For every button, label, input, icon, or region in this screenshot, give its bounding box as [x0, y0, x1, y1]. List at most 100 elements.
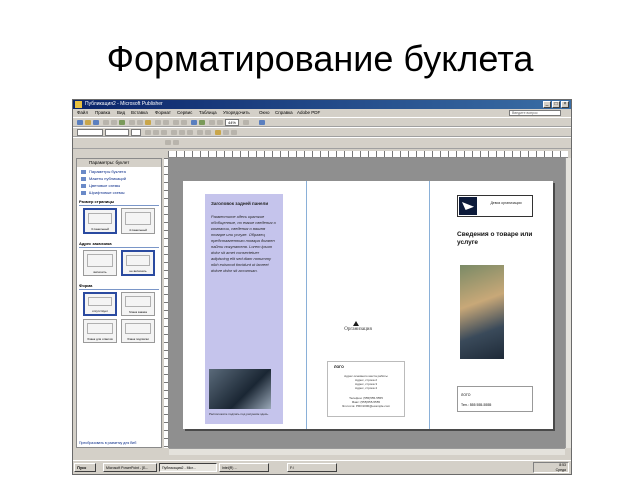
- thumb-preview: [125, 296, 151, 307]
- form-order-option[interactable]: бланк заказа: [121, 292, 155, 316]
- task-item-brochure-options[interactable]: Параметры буклета: [81, 169, 126, 175]
- organization-logo-icon[interactable]: [353, 321, 359, 326]
- convert-to-web-link[interactable]: Преобразовать в разметку для Веб: [79, 441, 136, 445]
- align-left-icon[interactable]: [171, 130, 177, 135]
- menu-view[interactable]: Вид: [117, 109, 125, 117]
- numbering-icon[interactable]: [197, 130, 203, 135]
- photo-caption[interactable]: Расположите подпись под рисунком здесь.: [209, 412, 275, 416]
- bold-icon[interactable]: [145, 130, 151, 135]
- insert-table-icon[interactable]: [191, 120, 197, 125]
- start-button[interactable]: Пуск: [74, 463, 96, 472]
- contact-title: ЛОГО: [461, 393, 471, 397]
- thumb-preview: [87, 323, 113, 334]
- menu-format[interactable]: Формат: [155, 109, 171, 117]
- front-panel-contact[interactable]: ЛОГО Тел.: 555 555-5555: [457, 386, 533, 412]
- menu-file[interactable]: Файл: [77, 109, 88, 117]
- taskbar-explorer[interactable]: F:\: [287, 463, 337, 472]
- taskbar-intel[interactable]: Intel(R) ...: [219, 463, 269, 472]
- task-item-font-schemes[interactable]: Шрифтовые схемы: [81, 190, 124, 196]
- redo-icon[interactable]: [163, 120, 169, 125]
- menu-tools[interactable]: Сервис: [177, 109, 192, 117]
- menu-edit[interactable]: Правка: [95, 109, 110, 117]
- menu-adobe-pdf[interactable]: Adobe PDF: [297, 109, 320, 117]
- text-box-tool-icon[interactable]: [173, 140, 179, 145]
- close-button[interactable]: ×: [561, 101, 569, 108]
- menu-arrange[interactable]: Упорядочить: [223, 109, 250, 117]
- copy-icon[interactable]: [137, 120, 143, 125]
- font-size-select[interactable]: [131, 129, 141, 136]
- pdf-icon[interactable]: [259, 120, 265, 125]
- task-item-publication-designs[interactable]: Макеты публикаций: [81, 176, 126, 182]
- form-signup-option[interactable]: бланк подписки: [121, 319, 155, 343]
- align-right-icon[interactable]: [187, 130, 193, 135]
- zoom-out-icon[interactable]: [209, 120, 215, 125]
- taskbar-powerpoint[interactable]: Microsoft PowerPoint - [Б...: [103, 463, 157, 472]
- organization-name[interactable]: Организация: [333, 327, 383, 332]
- help-icon[interactable]: [243, 120, 249, 125]
- line-color-icon[interactable]: [223, 130, 229, 135]
- menu-insert[interactable]: Вставка: [131, 109, 148, 117]
- contact-phone: Тел.: 555 555-5555: [461, 403, 492, 407]
- new-icon[interactable]: [77, 120, 83, 125]
- bring-forward-icon[interactable]: [173, 120, 179, 125]
- brochure-page[interactable]: Заголовок задней панели Разместите здесь…: [183, 181, 553, 429]
- task-pane-header: Параметры: буклет: [77, 159, 161, 167]
- align-center-icon[interactable]: [179, 130, 185, 135]
- open-icon[interactable]: [85, 120, 91, 125]
- thumb-preview: [126, 255, 150, 266]
- vertical-scrollbar[interactable]: [565, 158, 571, 448]
- color-schemes-icon: [81, 184, 86, 188]
- column-guide: [429, 181, 430, 429]
- zoom-in-icon[interactable]: [217, 120, 223, 125]
- address-include-option[interactable]: включить: [83, 250, 117, 276]
- maximize-button[interactable]: □: [552, 101, 560, 108]
- print-preview-icon[interactable]: [111, 120, 117, 125]
- select-tool-icon[interactable]: [165, 140, 171, 145]
- back-panel-heading[interactable]: Заголовок задней панели: [211, 201, 268, 206]
- taskbar-publisher[interactable]: Публикация2 - Micr...: [159, 463, 217, 472]
- page-size-3-panel[interactable]: 3 панельный: [83, 208, 117, 234]
- date: Среда: [555, 468, 566, 472]
- publication-workspace[interactable]: Заголовок задней панели Разместите здесь…: [169, 158, 565, 448]
- menu-window[interactable]: Окно: [259, 109, 269, 117]
- style-select[interactable]: [77, 129, 103, 136]
- page-size-4-panel[interactable]: 4 панельный: [121, 208, 155, 234]
- cut-icon[interactable]: [129, 120, 135, 125]
- back-panel-body[interactable]: Разместите здесь краткие обобщенные, но …: [211, 214, 277, 274]
- address-block[interactable]: ЛОГО Адрес основного места работы Адрес,…: [327, 361, 405, 417]
- bullets-icon[interactable]: [205, 130, 211, 135]
- spelling-icon[interactable]: [119, 120, 125, 125]
- window-title: Публикация2 - Microsoft Publisher: [85, 101, 163, 107]
- divider: [79, 205, 159, 206]
- font-select[interactable]: [105, 129, 129, 136]
- back-panel[interactable]: Заголовок задней панели Разместите здесь…: [205, 194, 283, 424]
- front-panel-header[interactable]: Девиз организации: [457, 195, 533, 217]
- paste-icon[interactable]: [145, 120, 151, 125]
- help-search-input[interactable]: Введите вопрос: [509, 110, 561, 116]
- menu-help[interactable]: Справка: [275, 109, 293, 117]
- italic-icon[interactable]: [153, 130, 159, 135]
- form-none-option[interactable]: отсутствует: [83, 292, 117, 316]
- print-icon[interactable]: [103, 120, 109, 125]
- horizontal-scrollbar[interactable]: [169, 448, 565, 455]
- front-panel-title[interactable]: Сведения о товаре или услуге: [457, 231, 533, 247]
- form-response-option[interactable]: бланк для ответов: [83, 319, 117, 343]
- logo-icon: [459, 197, 477, 215]
- computer-user-photo[interactable]: [460, 265, 504, 359]
- task-item-color-schemes[interactable]: Цветовые схемы: [81, 183, 120, 189]
- thumb-preview: [125, 323, 151, 334]
- menu-table[interactable]: Таблица: [199, 109, 217, 117]
- send-backward-icon[interactable]: [181, 120, 187, 125]
- save-icon[interactable]: [93, 120, 99, 125]
- underline-icon[interactable]: [161, 130, 167, 135]
- fill-color-icon[interactable]: [215, 130, 221, 135]
- minimize-button[interactable]: _: [543, 101, 551, 108]
- divider: [79, 289, 159, 290]
- address-exclude-option[interactable]: не включать: [121, 250, 155, 276]
- zoom-input[interactable]: 44%: [225, 119, 239, 126]
- horizontal-ruler[interactable]: [168, 151, 568, 158]
- font-color-icon[interactable]: [231, 130, 237, 135]
- keyboard-photo[interactable]: [209, 369, 271, 409]
- undo-icon[interactable]: [155, 120, 161, 125]
- insert-picture-icon[interactable]: [199, 120, 205, 125]
